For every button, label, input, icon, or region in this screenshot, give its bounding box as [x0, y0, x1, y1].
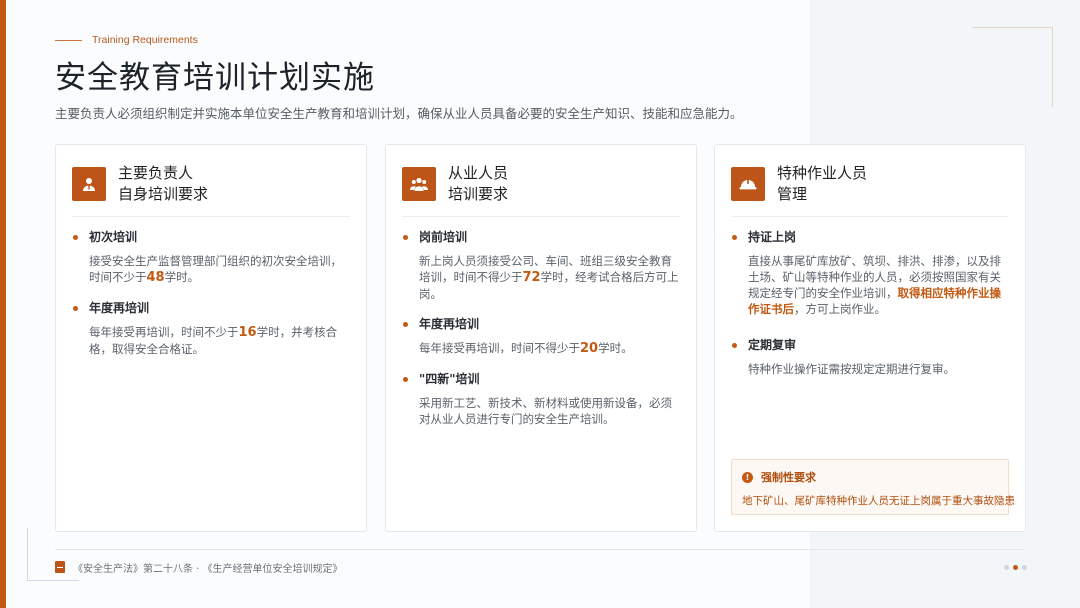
page-dot[interactable]	[1004, 565, 1009, 570]
list-item: 初次培训 接受安全生产监督管理部门组织的初次安全培训，时间不少于48学时。	[72, 229, 350, 286]
card-title: 从业人员 培训要求	[448, 164, 509, 203]
page-dot-active[interactable]	[1013, 565, 1018, 570]
left-accent-bar	[0, 0, 6, 608]
item-body: 新上岗人员须接受公司、车间、班组三级安全教育培训，时间不得少于72学时，经考试合…	[419, 254, 679, 301]
item-title: 年度再培训	[72, 300, 350, 316]
corner-decoration	[27, 528, 28, 580]
item-body: 特种作业操作证需按规定定期进行复审。	[748, 362, 955, 376]
page-dot[interactable]	[1022, 565, 1027, 570]
item-body: 每年接受再培训，时间不少于16学时，并考核合格，取得安全合格证。	[89, 325, 338, 356]
card-employee-training: 从业人员 培训要求 岗前培训 新上岗人员须接受公司、车间、班组三级安全教育培训，…	[385, 144, 697, 532]
person-icon	[72, 167, 106, 201]
page-title: 安全教育培训计划实施	[55, 60, 375, 96]
list-item: 年度再培训 每年接受再培训，时间不少于16学时，并考核合格，取得安全合格证。	[72, 300, 350, 357]
card-header: 从业人员 培训要求	[402, 145, 680, 217]
book-icon	[55, 561, 65, 573]
card-header: 主要负责人 自身培训要求	[72, 145, 350, 217]
list-item: 持证上岗 直接从事尾矿库放矿、筑坝、排洪、排渗，以及排土场、矿山等特种作业的人员…	[731, 229, 1009, 317]
item-body: 采用新工艺、新技术、新材料或使用新设备，必须对从业人员进行专门的安全生产培训。	[419, 396, 672, 426]
people-group-icon	[402, 167, 436, 201]
corner-decoration	[1052, 27, 1053, 107]
item-title: 定期复审	[731, 337, 1009, 353]
item-body: 接受安全生产监督管理部门组织的初次安全培训，时间不少于48学时。	[89, 254, 342, 285]
list-item: 岗前培训 新上岗人员须接受公司、车间、班组三级安全教育培训，时间不得少于72学时…	[402, 229, 680, 302]
notice-body: 地下矿山、尾矿库特种作业人员无证上岗属于重大事故隐患	[742, 495, 1015, 507]
corner-decoration	[27, 580, 79, 581]
notice-title: 强制性要求	[761, 471, 816, 484]
page-subtitle: 主要负责人必须组织制定并实施本单位安全生产教育和培训计划，确保从业人员具备必要的…	[55, 106, 743, 121]
kicker-line	[55, 39, 82, 41]
item-body: 直接从事尾矿库放矿、筑坝、排洪、排渗，以及排土场、矿山等特种作业的人员，必须按照…	[748, 254, 1001, 316]
item-title: 岗前培训	[402, 229, 680, 245]
hard-hat-icon	[731, 167, 765, 201]
item-body: 每年接受再培训，时间不得少于20学时。	[419, 341, 633, 356]
item-title: 年度再培训	[402, 316, 680, 332]
section-kicker: Training Requirements	[55, 33, 198, 47]
footer-reference: 《安全生产法》第二十八条 · 《生产经营单位安全培训规定》	[73, 563, 343, 575]
page-indicator[interactable]	[1004, 565, 1027, 570]
card-header: 特种作业人员 管理	[731, 145, 1009, 217]
kicker-text: Training Requirements	[92, 34, 198, 46]
item-title: "四新"培训	[402, 371, 680, 387]
footer: 《安全生产法》第二十八条 · 《生产经营单位安全培训规定》	[55, 559, 343, 575]
footer-divider	[55, 549, 1025, 550]
alert-icon: !	[742, 471, 753, 483]
list-item: 定期复审 特种作业操作证需按规定定期进行复审。	[731, 337, 1009, 377]
card-special-operations: 特种作业人员 管理 持证上岗 直接从事尾矿库放矿、筑坝、排洪、排渗，以及排土场、…	[714, 144, 1026, 532]
item-title: 持证上岗	[731, 229, 1009, 245]
mandatory-notice: ! 强制性要求 地下矿山、尾矿库特种作业人员无证上岗属于重大事故隐患	[731, 459, 1015, 515]
card-title: 主要负责人 自身培训要求	[118, 164, 209, 203]
card-principal-training: 主要负责人 自身培训要求 初次培训 接受安全生产监督管理部门组织的初次安全培训，…	[55, 144, 367, 532]
item-title: 初次培训	[72, 229, 350, 245]
list-item: 年度再培训 每年接受再培训，时间不得少于20学时。	[402, 316, 680, 357]
corner-decoration	[972, 27, 1052, 28]
card-title: 特种作业人员 管理	[777, 164, 868, 203]
list-item: "四新"培训 采用新工艺、新技术、新材料或使用新设备，必须对从业人员进行专门的安…	[402, 371, 680, 427]
